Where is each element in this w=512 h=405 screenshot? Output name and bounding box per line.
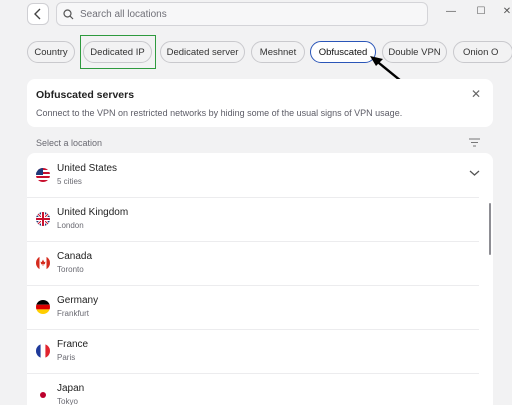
location-name: Canada: [57, 251, 93, 262]
search-icon: [63, 8, 74, 19]
close-window-button[interactable]: ✕: [500, 6, 512, 17]
chip-meshnet[interactable]: Meshnet: [251, 41, 305, 63]
search-input[interactable]: [80, 8, 420, 20]
location-name: United States: [57, 163, 118, 174]
location-row-united-kingdom[interactable]: United Kingdom London: [27, 197, 479, 241]
us-flag-icon: [36, 168, 50, 182]
chip-onion[interactable]: Onion O: [453, 41, 512, 63]
maximize-button[interactable]: ☐: [474, 6, 488, 17]
location-detail: Toronto: [57, 265, 84, 274]
minimize-button[interactable]: —: [444, 6, 458, 17]
section-label: Select a location: [36, 138, 103, 148]
banner-title: Obfuscated servers: [36, 89, 135, 101]
germany-flag-icon: [36, 300, 50, 314]
chip-country[interactable]: Country: [27, 41, 75, 63]
location-detail: 5 cities: [57, 177, 82, 186]
location-name: France: [57, 339, 89, 350]
filter-icon[interactable]: [469, 138, 480, 147]
location-detail: London: [57, 221, 84, 230]
location-row-united-states[interactable]: United States 5 cities: [27, 153, 480, 197]
location-detail: Tokyo: [57, 397, 78, 405]
japan-flag-icon: [36, 388, 50, 402]
canada-flag-icon: [36, 256, 50, 270]
close-icon[interactable]: ✕: [471, 87, 481, 101]
search-field[interactable]: [56, 2, 428, 26]
location-detail: Paris: [57, 353, 76, 362]
chevron-left-icon: [34, 8, 41, 20]
chip-dedicated-server[interactable]: Dedicated server: [160, 41, 245, 63]
obfuscated-info-banner: Obfuscated servers Connect to the VPN on…: [27, 79, 493, 127]
location-row-canada[interactable]: Canada Toronto: [27, 241, 479, 285]
france-flag-icon: [36, 344, 50, 358]
location-name: United Kingdom: [57, 207, 129, 218]
location-row-france[interactable]: France Paris: [27, 329, 479, 373]
location-row-germany[interactable]: Germany Frankfurt: [27, 285, 479, 329]
location-detail: Frankfurt: [57, 309, 90, 318]
app-window: — ☐ ✕ Country Dedicated IP Dedicated ser…: [0, 0, 512, 405]
highlight-box: [80, 35, 156, 69]
location-list: United States 5 cities United Kingdom Lo…: [27, 153, 493, 405]
scrollbar[interactable]: [489, 203, 491, 255]
location-name: Japan: [57, 383, 85, 394]
uk-flag-icon: [36, 212, 50, 226]
location-row-japan[interactable]: Japan Tokyo: [27, 373, 479, 405]
banner-description: Connect to the VPN on restricted network…: [36, 108, 403, 118]
location-name: Germany: [57, 295, 99, 306]
chevron-down-icon[interactable]: [469, 169, 480, 177]
back-button[interactable]: [27, 3, 49, 25]
